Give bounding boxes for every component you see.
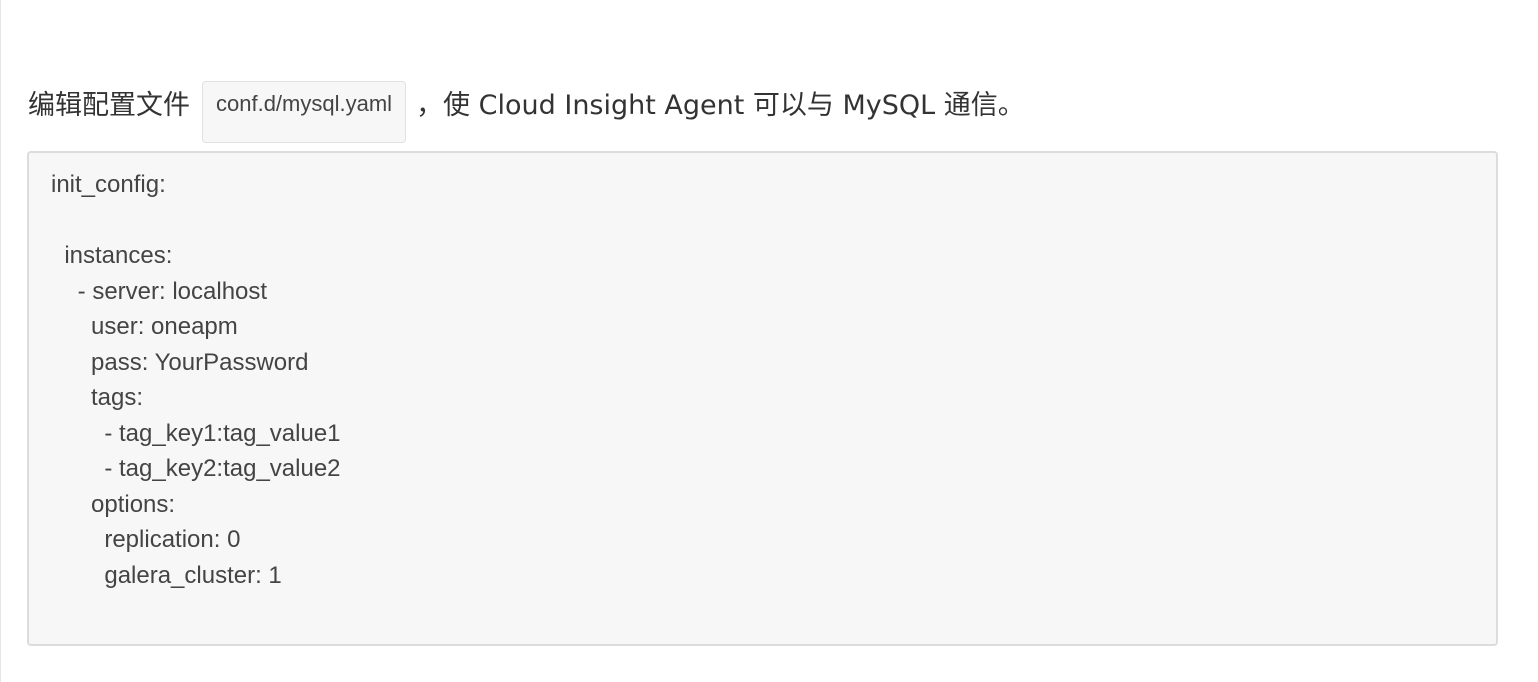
inline-code-file-name: conf.d/mysql.yaml [202, 81, 407, 143]
intro-paragraph: 编辑配置文件 conf.d/mysql.yaml ，使 Cloud Insigh… [28, 79, 1025, 143]
code-line: user: oneapm [51, 313, 238, 340]
code-line: - tag_key1:tag_value1 [51, 419, 341, 447]
left-border [0, 0, 1, 682]
intro-prefix: 编辑配置文件 [28, 89, 190, 121]
code-line: tags: [51, 384, 144, 411]
code-block: init_config: instances: - server: localh… [27, 151, 1498, 646]
code-line: instances: [51, 242, 173, 269]
code-line: init_config: [51, 171, 166, 198]
code-line: - tag_key2:tag_value2 [51, 455, 341, 482]
code-line: - server: localhost [51, 277, 268, 305]
code-line: pass: YourPassword [51, 348, 309, 376]
code-line: replication: 0 [51, 526, 241, 553]
code-line: options: [51, 490, 176, 518]
code-line: galera_cluster: 1 [51, 561, 282, 589]
intro-suffix: ，使 Cloud Insight Agent 可以与 MySQL 通信。 [416, 89, 1025, 121]
